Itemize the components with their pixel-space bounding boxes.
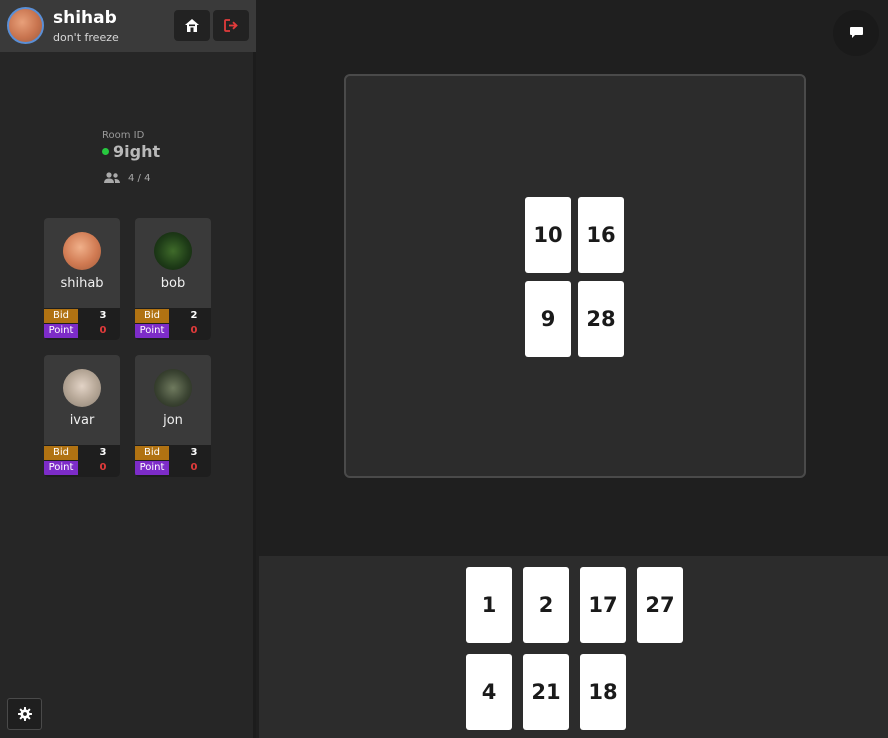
table-card: 10 bbox=[525, 197, 571, 273]
bid-label: Bid bbox=[135, 446, 169, 460]
player-card-bob: bob Bid 2 Point 0 bbox=[135, 218, 211, 340]
player-name: shihab bbox=[60, 276, 104, 291]
gear-icon bbox=[17, 707, 32, 721]
player-card-jon: jon Bid 3 Point 0 bbox=[135, 355, 211, 477]
player-card-shihab: shihab Bid 3 Point 0 bbox=[44, 218, 120, 340]
hand-card[interactable]: 18 bbox=[580, 654, 626, 730]
chat-icon bbox=[849, 27, 863, 38]
bid-value: 3 bbox=[99, 310, 107, 321]
point-value: 0 bbox=[190, 462, 198, 473]
hand-card[interactable]: 4 bbox=[466, 654, 512, 730]
home-button[interactable] bbox=[174, 10, 210, 41]
profile-status: don't freeze bbox=[53, 31, 119, 44]
hand-card[interactable]: 1 bbox=[466, 567, 512, 643]
point-label: Point bbox=[44, 461, 78, 475]
online-status-dot bbox=[102, 148, 109, 155]
player-stats: Bid 3 Point 0 bbox=[135, 445, 211, 477]
bid-value: 3 bbox=[190, 447, 198, 458]
room-id: 9ight bbox=[113, 142, 161, 161]
player-avatar bbox=[154, 369, 192, 407]
hand-card[interactable]: 21 bbox=[523, 654, 569, 730]
chat-button[interactable] bbox=[833, 10, 879, 56]
player-card-ivar: ivar Bid 3 Point 0 bbox=[44, 355, 120, 477]
hand-card[interactable]: 17 bbox=[580, 567, 626, 643]
player-hand: 1 2 17 27 4 21 18 bbox=[259, 556, 888, 738]
player-name: bob bbox=[160, 276, 186, 291]
point-value: 0 bbox=[99, 325, 107, 336]
hand-card[interactable]: 2 bbox=[523, 567, 569, 643]
player-stats: Bid 3 Point 0 bbox=[44, 308, 120, 340]
player-avatar bbox=[154, 232, 192, 270]
bid-label: Bid bbox=[44, 446, 78, 460]
table-card: 28 bbox=[578, 281, 624, 357]
profile-avatar[interactable] bbox=[7, 7, 44, 44]
profile-header: shihab don't freeze bbox=[0, 0, 256, 52]
table-card: 9 bbox=[525, 281, 571, 357]
bid-label: Bid bbox=[44, 309, 78, 323]
profile-name: shihab bbox=[53, 8, 117, 28]
logout-button[interactable] bbox=[213, 10, 249, 41]
settings-button[interactable] bbox=[7, 698, 42, 730]
room-id-row: 9ight bbox=[102, 142, 160, 161]
hand-card[interactable]: 27 bbox=[637, 567, 683, 643]
point-label: Point bbox=[135, 461, 169, 475]
player-name: ivar bbox=[69, 413, 95, 428]
players-count: 4 / 4 bbox=[104, 172, 150, 184]
player-avatar bbox=[63, 232, 101, 270]
bid-value: 3 bbox=[99, 447, 107, 458]
bid-label: Bid bbox=[135, 309, 169, 323]
point-value: 0 bbox=[99, 462, 107, 473]
game-table: 10 16 9 28 bbox=[344, 74, 806, 478]
point-label: Point bbox=[135, 324, 169, 338]
player-name: jon bbox=[163, 413, 183, 428]
sidebar: shihab don't freeze Room ID 9ight 4 / 4 … bbox=[0, 0, 256, 738]
player-avatar bbox=[63, 369, 101, 407]
players-count-text: 4 / 4 bbox=[128, 172, 151, 184]
table-card: 16 bbox=[578, 197, 624, 273]
point-label: Point bbox=[44, 324, 78, 338]
home-icon bbox=[185, 19, 199, 32]
bid-value: 2 bbox=[190, 310, 198, 321]
users-icon bbox=[104, 172, 120, 183]
player-stats: Bid 2 Point 0 bbox=[135, 308, 211, 340]
logout-icon bbox=[223, 19, 238, 32]
player-stats: Bid 3 Point 0 bbox=[44, 445, 120, 477]
room-id-label: Room ID bbox=[102, 130, 145, 141]
point-value: 0 bbox=[190, 325, 198, 336]
